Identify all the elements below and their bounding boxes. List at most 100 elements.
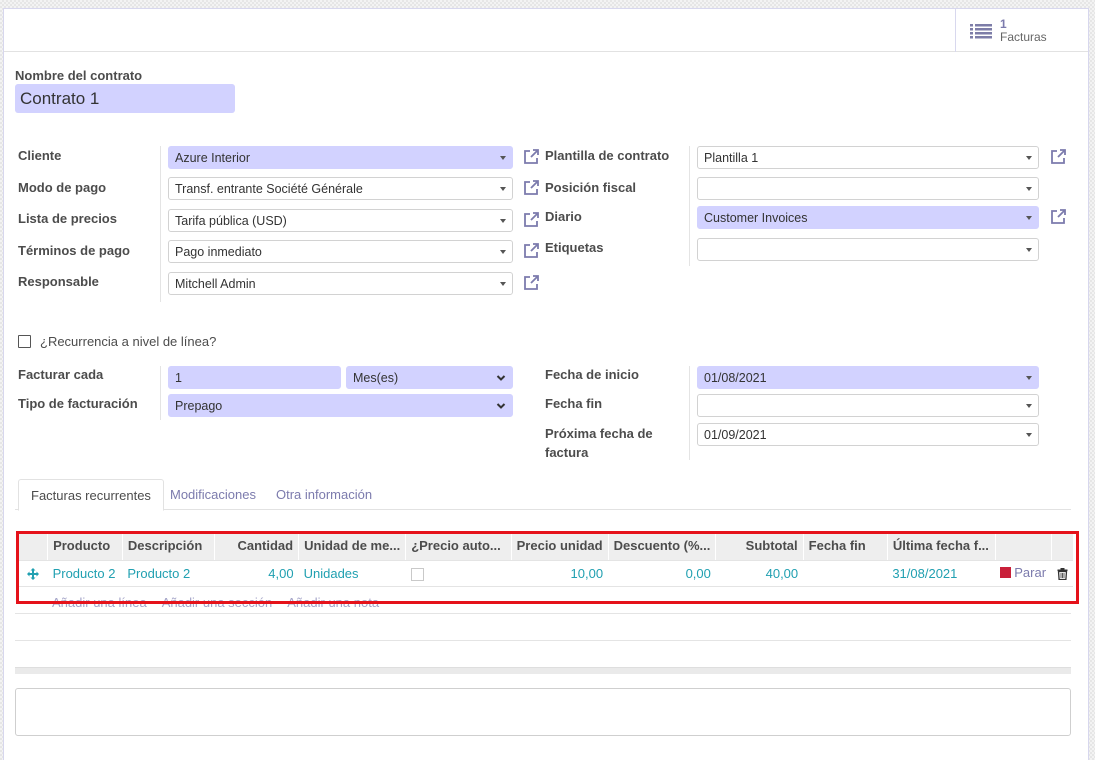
payment-terms-value: Pago inmediato <box>175 244 262 259</box>
tags-field[interactable] <box>697 238 1039 261</box>
cell-quantity[interactable]: 4,00 <box>214 560 299 587</box>
stop-icon <box>1000 567 1012 578</box>
external-link-icon[interactable] <box>522 211 540 229</box>
cell-product[interactable]: Producto 2 <box>47 560 123 587</box>
cell-subtotal: 40,00 <box>715 560 804 587</box>
caret-down-icon <box>500 249 506 254</box>
stop-button[interactable]: Parar <box>1000 565 1046 580</box>
chevron-down-icon <box>496 402 506 409</box>
cell-discount[interactable]: 0,00 <box>608 560 716 587</box>
external-link-icon[interactable] <box>1049 208 1067 226</box>
right-separator <box>689 146 690 266</box>
invoices-smart-button[interactable]: 1 Facturas <box>955 9 1088 52</box>
notes-textarea[interactable] <box>15 688 1071 736</box>
line-recurrence-checkbox[interactable] <box>18 335 31 348</box>
billing-type-value: Prepago <box>175 398 223 413</box>
start-date-field[interactable]: 01/08/2021 <box>697 366 1039 389</box>
drag-handle-icon[interactable] <box>26 568 39 581</box>
invoice-interval-value: 1 <box>175 370 182 385</box>
list-icon <box>970 23 992 38</box>
contract-template-value: Plantilla 1 <box>704 150 759 165</box>
caret-down-icon <box>1026 403 1032 408</box>
caret-down-icon <box>1026 215 1032 220</box>
cell-date-end[interactable] <box>803 560 888 587</box>
column-header-product[interactable]: Producto <box>47 532 123 561</box>
cell-last-invoice-date[interactable]: 31/08/2021 <box>887 560 996 587</box>
caret-down-icon <box>500 281 506 286</box>
responsible-label: Responsable <box>18 274 99 289</box>
journal-label: Diario <box>545 209 582 224</box>
payment-terms-label: Términos de pago <box>18 243 130 258</box>
tab-modifications[interactable]: Modificaciones <box>158 479 268 510</box>
journal-value: Customer Invoices <box>704 210 808 225</box>
billing-type-label: Tipo de facturación <box>18 396 138 411</box>
trash-icon[interactable] <box>1057 568 1068 581</box>
external-link-icon[interactable] <box>1049 148 1067 166</box>
table-row[interactable]: Producto 2 Producto 2 4,00 Unidades 10,0… <box>17 560 1073 587</box>
tags-label: Etiquetas <box>545 240 604 255</box>
next-invoice-date-field[interactable]: 01/09/2021 <box>697 423 1039 446</box>
payment-mode-value: Transf. entrante Société Générale <box>175 181 363 196</box>
add-section-link[interactable]: Añadir una sección <box>162 595 273 610</box>
external-link-icon[interactable] <box>522 148 540 166</box>
invoice-interval-unit-value: Mes(es) <box>353 370 399 385</box>
column-header-discount[interactable]: Descuento (%... <box>607 532 716 561</box>
contract-template-field[interactable]: Plantilla 1 <box>697 146 1039 169</box>
fiscal-position-field[interactable] <box>697 177 1039 200</box>
table-header-row: Producto Descripción Cantidad Unidad de … <box>16 532 1073 561</box>
divider <box>15 640 1071 641</box>
client-label: Cliente <box>18 148 62 163</box>
external-link-icon[interactable] <box>522 242 540 260</box>
cell-description[interactable]: Producto 2 <box>122 560 215 587</box>
external-link-icon[interactable] <box>522 179 540 197</box>
tab-recurring-invoices[interactable]: Facturas recurrentes <box>18 479 164 511</box>
contract-name-label: Nombre del contrato <box>15 68 143 83</box>
column-header-date-end[interactable]: Fecha fin <box>802 532 888 561</box>
invoice-label: Facturas <box>1000 29 1047 44</box>
caret-down-icon <box>500 218 506 223</box>
column-header-quantity[interactable]: Cantidad <box>214 532 299 561</box>
button-box: 1 Facturas <box>4 9 1088 52</box>
caret-down-icon <box>500 186 506 191</box>
contract-lines-table: Producto Descripción Cantidad Unidad de … <box>16 532 1073 587</box>
contract-name-input[interactable]: Contrato 1 <box>15 84 235 113</box>
pricelist-label: Lista de precios <box>18 211 117 226</box>
cell-auto-price <box>405 560 512 587</box>
column-header-unit-price[interactable]: Precio unidad <box>510 532 609 561</box>
payment-terms-field[interactable]: Pago inmediato <box>168 240 513 263</box>
caret-down-icon <box>1026 186 1032 191</box>
auto-price-checkbox[interactable] <box>410 567 424 581</box>
caret-down-icon <box>500 155 506 160</box>
responsible-field[interactable]: Mitchell Admin <box>168 272 513 295</box>
responsible-value: Mitchell Admin <box>175 276 256 291</box>
invoice-count: 1 <box>1000 16 1007 31</box>
column-header-uom[interactable]: Unidad de me... <box>298 532 406 561</box>
cell-unit-price[interactable]: 10,00 <box>511 560 609 587</box>
column-header-description[interactable]: Descripción <box>121 532 215 561</box>
add-note-link[interactable]: Añadir una nota <box>287 595 379 610</box>
caret-down-icon <box>1026 432 1032 437</box>
tab-other-info[interactable]: Otra información <box>264 479 384 510</box>
notebook-tabs: Facturas recurrentes Modificaciones Otra… <box>15 479 1071 511</box>
payment-mode-field[interactable]: Transf. entrante Société Générale <box>168 177 513 200</box>
journal-field[interactable]: Customer Invoices <box>697 206 1039 229</box>
end-date-field[interactable] <box>697 394 1039 417</box>
billing-type-select[interactable]: Prepago <box>168 394 513 417</box>
caret-down-icon <box>1026 375 1032 380</box>
next-invoice-date-value: 01/09/2021 <box>704 427 767 442</box>
add-line-link[interactable]: Añadir una línea <box>52 595 147 610</box>
caret-down-icon <box>1026 247 1032 252</box>
invoice-every-label: Facturar cada <box>18 367 104 382</box>
invoice-interval-input[interactable]: 1 <box>168 366 341 389</box>
chevron-down-icon <box>496 374 506 381</box>
column-header-last-invoice-date[interactable]: Última fecha f... <box>886 532 996 561</box>
pricelist-field[interactable]: Tarifa pública (USD) <box>168 209 513 232</box>
column-header-delete <box>1050 532 1073 561</box>
invoice-interval-unit-select[interactable]: Mes(es) <box>346 366 513 389</box>
external-link-icon[interactable] <box>522 274 540 292</box>
cell-uom[interactable]: Unidades <box>298 560 406 587</box>
column-header-subtotal[interactable]: Subtotal <box>715 532 804 561</box>
client-field[interactable]: Azure Interior <box>168 146 513 169</box>
billing-separator <box>160 366 161 420</box>
column-header-auto-price[interactable]: ¿Precio auto... <box>405 532 512 561</box>
